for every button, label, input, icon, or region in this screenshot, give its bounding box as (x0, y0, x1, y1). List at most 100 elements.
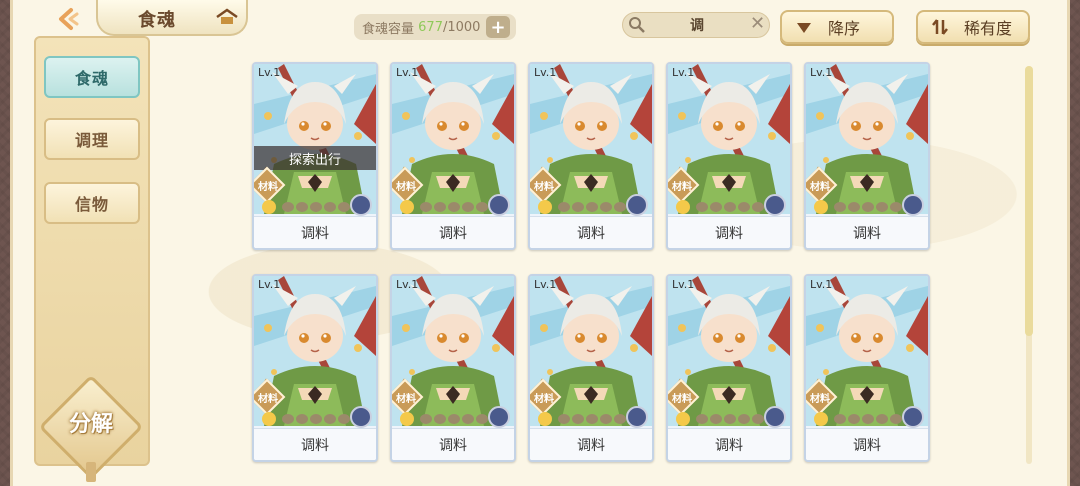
star-rating (282, 414, 350, 424)
card-level: Lv.1 (672, 66, 695, 79)
star-icon (752, 414, 764, 424)
back-button[interactable] (48, 4, 88, 34)
element-icon (350, 194, 372, 216)
star-icon (848, 202, 860, 212)
sidebar-item-label: 调理 (74, 131, 109, 150)
star-icon (614, 202, 626, 212)
star-rating (558, 414, 626, 424)
star-icon (696, 414, 708, 424)
card-name: 调料 (254, 428, 376, 460)
star-icon (462, 414, 474, 424)
element-icon (488, 194, 510, 216)
star-icon (890, 202, 902, 212)
star-icon (448, 414, 460, 424)
sort-key-label: 稀有度 (964, 19, 1013, 38)
star-icon (476, 202, 488, 212)
element-icon (488, 406, 510, 428)
sort-key-button[interactable]: 稀有度 (916, 10, 1030, 44)
star-icon (296, 202, 308, 212)
add-capacity-button[interactable]: + (486, 16, 510, 38)
star-icon (696, 202, 708, 212)
card-level: Lv.1 (258, 278, 281, 291)
search-value: 调 (690, 18, 704, 34)
card-name: 调料 (806, 428, 928, 460)
star-icon (752, 202, 764, 212)
star-icon (862, 202, 874, 212)
star-icon (310, 202, 322, 212)
bell-icon (538, 412, 552, 426)
star-icon (572, 202, 584, 212)
bell-icon (814, 200, 828, 214)
sidebar-item-token[interactable]: 信物 (44, 182, 140, 224)
sidebar-item-label: 信物 (74, 195, 109, 214)
add-icon: + (490, 16, 506, 38)
capacity-label: 食魂容量 (362, 21, 415, 37)
food-soul-card[interactable]: Lv.1 探索出行 材料 调料 (252, 62, 378, 250)
material-tag-label: 材料 (396, 394, 416, 405)
card-level: Lv.1 (672, 278, 695, 291)
material-tag-label: 材料 (534, 394, 554, 405)
star-rating (420, 202, 488, 212)
material-tag-label: 材料 (258, 394, 278, 405)
star-icon (420, 414, 432, 424)
sort-desc-icon (797, 23, 811, 33)
sort-order-button[interactable]: 降序 (780, 10, 894, 44)
clear-icon[interactable]: ✕ (750, 13, 765, 34)
card-level: Lv.1 (810, 278, 833, 291)
bell-icon (400, 412, 414, 426)
star-icon (572, 414, 584, 424)
card-level: Lv.1 (810, 66, 833, 79)
element-icon (350, 406, 372, 428)
material-tag-label: 材料 (810, 182, 830, 193)
card-level: Lv.1 (396, 278, 419, 291)
star-rating (282, 202, 350, 212)
scrollbar-thumb[interactable] (1025, 66, 1033, 336)
sidebar-item-label: 食魂 (74, 69, 109, 88)
sort-order-label: 降序 (828, 19, 861, 38)
food-soul-card[interactable]: Lv.1 材料 调料 (666, 62, 792, 250)
bell-icon (676, 200, 690, 214)
star-icon (600, 414, 612, 424)
food-soul-card[interactable]: Lv.1 材料 调料 (528, 274, 654, 462)
food-soul-card[interactable]: Lv.1 材料 调料 (252, 274, 378, 462)
star-icon (724, 202, 736, 212)
food-soul-card[interactable]: Lv.1 材料 调料 (528, 62, 654, 250)
bell-icon (400, 200, 414, 214)
star-icon (324, 414, 336, 424)
card-name: 调料 (530, 428, 652, 460)
star-rating (834, 202, 902, 212)
star-icon (448, 202, 460, 212)
star-icon (324, 202, 336, 212)
element-icon (902, 406, 924, 428)
decompose-label: 分解 (68, 412, 113, 437)
card-name: 调料 (668, 216, 790, 248)
food-soul-card[interactable]: Lv.1 材料 调料 (390, 62, 516, 250)
card-name: 调料 (530, 216, 652, 248)
home-icon[interactable] (216, 8, 238, 26)
material-tag-label: 材料 (534, 182, 554, 193)
food-soul-card[interactable]: Lv.1 材料 调料 (666, 274, 792, 462)
star-icon (614, 414, 626, 424)
star-icon (282, 414, 294, 424)
star-icon (890, 414, 902, 424)
food-soul-card[interactable]: Lv.1 材料 调料 (390, 274, 516, 462)
sidebar-item-soul[interactable]: 食魂 (44, 56, 140, 98)
material-tag-label: 材料 (672, 394, 692, 405)
back-arrow-icon (59, 8, 79, 30)
sidebar-item-cooking[interactable]: 调理 (44, 118, 140, 160)
star-rating (558, 202, 626, 212)
search-icon (629, 17, 645, 33)
element-icon (764, 194, 786, 216)
star-rating (696, 414, 764, 424)
star-icon (434, 202, 446, 212)
food-soul-card[interactable]: Lv.1 材料 调料 (804, 274, 930, 462)
star-icon (738, 414, 750, 424)
star-icon (834, 414, 846, 424)
card-level: Lv.1 (534, 66, 557, 79)
page-title: 食魂 (138, 10, 176, 31)
star-icon (738, 202, 750, 212)
material-tag-label: 材料 (672, 182, 692, 193)
food-soul-card[interactable]: Lv.1 材料 调料 (804, 62, 930, 250)
star-rating (696, 202, 764, 212)
star-icon (710, 414, 722, 424)
